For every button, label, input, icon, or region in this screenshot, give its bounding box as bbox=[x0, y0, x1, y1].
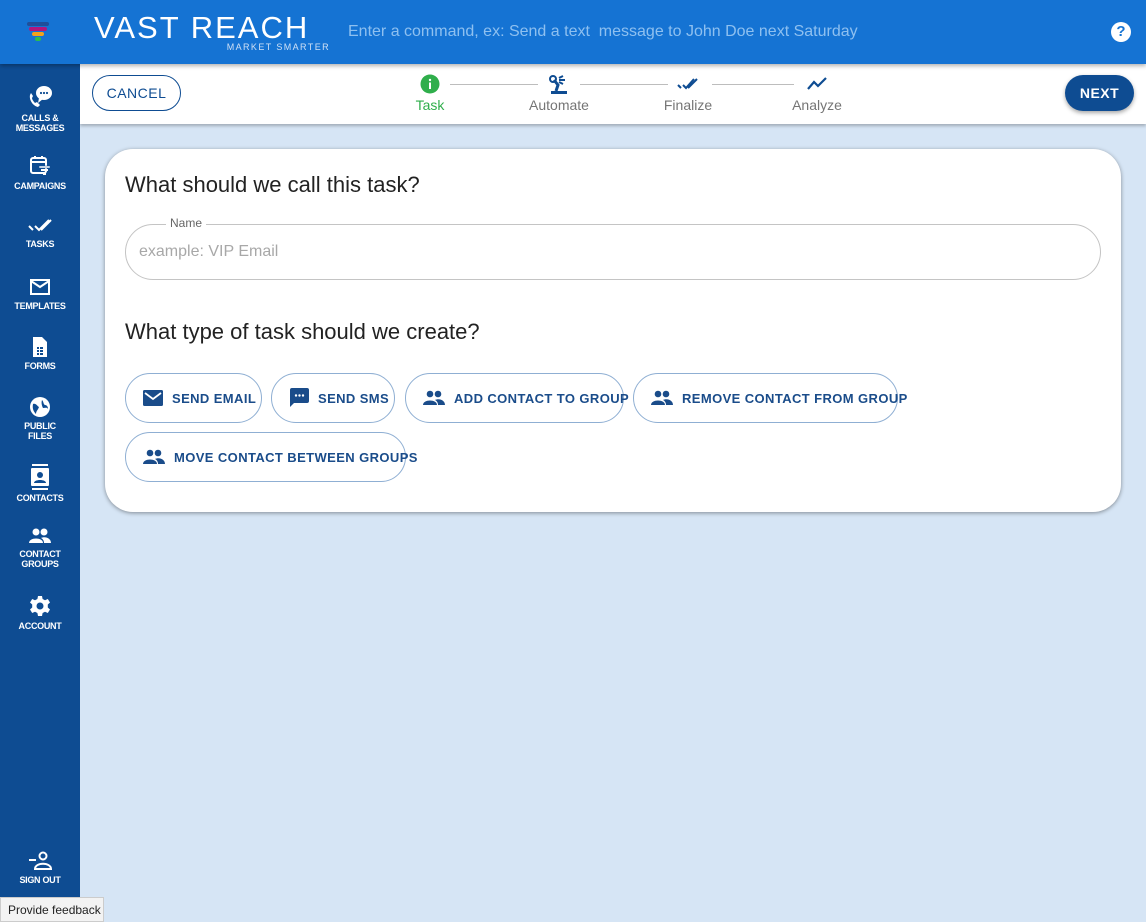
sidebar-item-contact-groups[interactable]: CONTACT GROUPS bbox=[0, 526, 80, 569]
sidebar-label: CALLS & bbox=[21, 113, 59, 123]
cancel-button[interactable]: CANCEL bbox=[92, 75, 181, 111]
templates-icon bbox=[30, 279, 50, 295]
tasks-icon bbox=[28, 219, 52, 232]
step-label: Analyze bbox=[792, 97, 842, 113]
task-type-label: SEND SMS bbox=[318, 390, 390, 406]
sidebar-label: MESSAGES bbox=[15, 123, 65, 133]
step-analyze[interactable]: Analyze bbox=[772, 74, 862, 113]
sidebar-item-account[interactable]: ACCOUNT bbox=[0, 594, 80, 631]
forms-icon bbox=[33, 337, 47, 357]
contact-groups-icon bbox=[29, 528, 51, 543]
sign-out-button[interactable]: SIGN OUT bbox=[0, 850, 80, 885]
sign-out-icon bbox=[29, 851, 53, 870]
brand-tagline: MARKET SMARTER bbox=[226, 42, 330, 52]
public-files-icon bbox=[30, 397, 50, 417]
name-input[interactable] bbox=[139, 241, 1079, 263]
brand-name: VAST REACH bbox=[94, 10, 310, 45]
sidebar-label: PUBLIC bbox=[24, 421, 56, 431]
sidebar-item-campaigns[interactable]: CAMPAIGNS bbox=[0, 154, 80, 191]
email-icon bbox=[143, 390, 163, 406]
sidebar-label: GROUPS bbox=[21, 559, 59, 569]
sidebar-item-templates[interactable]: TEMPLATES bbox=[0, 276, 80, 311]
type-question-heading: What type of task should we create? bbox=[125, 319, 480, 344]
add-contact-to-group-button[interactable]: ADD CONTACT TO GROUP bbox=[405, 373, 629, 423]
task-type-label: ADD CONTACT TO GROUP bbox=[454, 390, 630, 406]
sidebar-label: CONTACTS bbox=[16, 493, 64, 503]
help-button[interactable]: ? bbox=[1111, 22, 1131, 42]
calls-messages-icon bbox=[29, 86, 52, 107]
account-icon bbox=[30, 596, 50, 616]
step-finalize[interactable]: Finalize bbox=[643, 74, 733, 113]
send-sms-button[interactable]: SEND SMS bbox=[271, 373, 395, 423]
provide-feedback-button[interactable]: Provide feedback bbox=[0, 897, 104, 922]
sidebar-item-public-files[interactable]: PUBLIC FILES bbox=[0, 396, 80, 441]
info-icon bbox=[420, 74, 440, 94]
step-label: Task bbox=[415, 97, 445, 113]
sidebar-item-contacts[interactable]: CONTACTS bbox=[0, 464, 80, 503]
task-form-card: What should we call this task? Name What… bbox=[105, 149, 1121, 512]
task-type-label: SEND EMAIL bbox=[172, 390, 257, 406]
group-icon bbox=[423, 390, 445, 405]
sms-icon bbox=[290, 388, 309, 407]
sidebar: CALLS & MESSAGES CAMPAIGNS TASKS TEMPLAT… bbox=[0, 64, 80, 922]
name-field[interactable]: Name bbox=[125, 216, 1101, 280]
next-button[interactable]: NEXT bbox=[1065, 75, 1134, 111]
robot-arm-icon bbox=[549, 75, 567, 94]
logo-bar-2 bbox=[29, 27, 47, 31]
top-app-bar: VAST REACH MARKET SMARTER ? bbox=[0, 0, 1146, 64]
sidebar-label: FILES bbox=[27, 431, 52, 441]
sidebar-label: SIGN OUT bbox=[19, 875, 61, 885]
sidebar-label: ACCOUNT bbox=[18, 621, 62, 631]
sidebar-item-forms[interactable]: FORMS bbox=[0, 336, 80, 371]
move-contact-between-groups-button[interactable]: MOVE CONTACT BETWEEN GROUPS bbox=[125, 432, 417, 482]
name-field-label: Name bbox=[166, 216, 207, 230]
group-icon bbox=[651, 390, 673, 405]
campaigns-icon bbox=[30, 156, 51, 175]
step-task[interactable]: Task bbox=[385, 74, 475, 113]
step-label: Finalize bbox=[663, 97, 713, 113]
wizard-header: CANCEL Task Automate Finalize Analyze NE… bbox=[80, 64, 1146, 124]
logo-bar-4 bbox=[35, 37, 41, 41]
send-email-button[interactable]: SEND EMAIL bbox=[125, 373, 262, 423]
double-check-icon bbox=[677, 78, 698, 90]
group-icon bbox=[143, 449, 165, 464]
trend-icon bbox=[807, 77, 827, 90]
logo-bar-1 bbox=[27, 22, 49, 26]
sidebar-label: TASKS bbox=[25, 239, 55, 249]
step-automate[interactable]: Automate bbox=[514, 74, 604, 113]
sidebar-label: FORMS bbox=[24, 361, 56, 371]
help-icon: ? bbox=[1116, 23, 1126, 40]
sidebar-label: CAMPAIGNS bbox=[14, 181, 66, 191]
task-type-label: MOVE CONTACT BETWEEN GROUPS bbox=[174, 449, 418, 465]
task-type-label: REMOVE CONTACT FROM GROUP bbox=[682, 390, 908, 406]
remove-contact-from-group-button[interactable]: REMOVE CONTACT FROM GROUP bbox=[633, 373, 907, 423]
sidebar-label: CONTACT bbox=[19, 549, 61, 559]
command-input[interactable] bbox=[348, 18, 1048, 46]
sidebar-item-calls-messages[interactable]: CALLS & MESSAGES bbox=[0, 84, 80, 133]
name-question-heading: What should we call this task? bbox=[125, 172, 420, 197]
contacts-icon bbox=[31, 464, 49, 490]
sidebar-label: TEMPLATES bbox=[14, 301, 66, 311]
step-label: Automate bbox=[529, 97, 589, 113]
sidebar-item-tasks[interactable]: TASKS bbox=[0, 216, 80, 249]
brand-logo[interactable]: VAST REACH MARKET SMARTER bbox=[94, 10, 334, 56]
funnel-logo-icon[interactable] bbox=[24, 22, 52, 44]
logo-bar-3 bbox=[32, 32, 44, 36]
